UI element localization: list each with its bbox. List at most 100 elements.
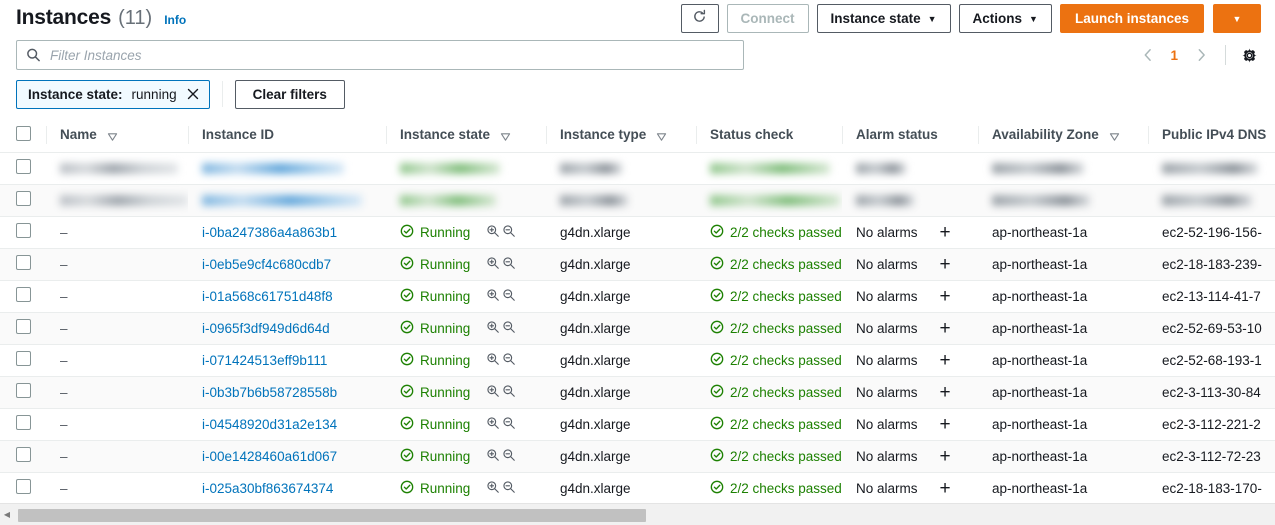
cell-instance-id[interactable] xyxy=(188,184,386,217)
zoom-out-icon[interactable] xyxy=(502,256,516,273)
zoom-in-icon[interactable] xyxy=(486,448,500,465)
instance-id-link[interactable]: i-04548920d31a2e134 xyxy=(202,417,337,432)
scrollbar-thumb[interactable] xyxy=(18,508,646,522)
status-running-icon xyxy=(400,416,414,433)
instances-table-container: Name Instance ID Instance state Instance… xyxy=(0,118,1275,503)
info-link[interactable]: Info xyxy=(164,13,186,27)
column-header-instance-state[interactable]: Instance state xyxy=(386,118,546,153)
sort-icon[interactable] xyxy=(500,130,511,141)
next-page-button[interactable] xyxy=(1188,42,1214,68)
cell-instance-id: i-01a568c61751d48f8 xyxy=(188,280,386,313)
zoom-in-icon[interactable] xyxy=(486,384,500,401)
row-checkbox[interactable] xyxy=(16,287,31,302)
instance-id-link[interactable]: i-071424513eff9b111 xyxy=(202,353,327,368)
column-header-name[interactable]: Name xyxy=(46,118,188,153)
cell-name: – xyxy=(46,216,188,249)
table-row[interactable]: – i-071424513eff9b111 Running g4dn.xlarge 2/… xyxy=(0,344,1275,377)
table-row-redacted[interactable] xyxy=(0,152,1275,185)
row-checkbox[interactable] xyxy=(16,223,31,238)
gear-icon[interactable] xyxy=(1237,43,1261,67)
launch-instances-dropdown[interactable]: ▼ xyxy=(1213,3,1261,33)
zoom-in-icon[interactable] xyxy=(486,288,500,305)
row-checkbox[interactable] xyxy=(16,415,31,430)
row-checkbox[interactable] xyxy=(16,255,31,270)
row-checkbox[interactable] xyxy=(16,479,31,494)
page-number[interactable]: 1 xyxy=(1162,48,1186,63)
instance-id-link[interactable]: i-0965f3df949d6d64d xyxy=(202,321,330,336)
zoom-in-icon[interactable] xyxy=(486,480,500,497)
clear-filters-button[interactable]: Clear filters xyxy=(234,79,345,109)
horizontal-scrollbar[interactable]: ◀ xyxy=(0,503,1275,525)
scroll-left-arrow[interactable]: ◀ xyxy=(0,510,14,519)
table-row[interactable]: – i-0b3b7b6b58728558b Running g4dn.xlarge 2/… xyxy=(0,376,1275,409)
zoom-out-icon[interactable] xyxy=(502,352,516,369)
refresh-button[interactable] xyxy=(680,3,719,33)
zoom-in-icon[interactable] xyxy=(486,320,500,337)
column-header-public-ipv4-dns[interactable]: Public IPv4 DNS xyxy=(1148,118,1275,153)
row-checkbox[interactable] xyxy=(16,191,31,206)
column-header-alarm-status[interactable]: Alarm status xyxy=(842,118,978,153)
row-checkbox[interactable] xyxy=(16,447,31,462)
column-header-status-check[interactable]: Status check xyxy=(696,118,842,153)
zoom-out-icon[interactable] xyxy=(502,224,516,241)
zoom-in-icon[interactable] xyxy=(486,224,500,241)
cell-instance-id[interactable] xyxy=(188,152,386,185)
column-header-instance-type[interactable]: Instance type xyxy=(546,118,696,153)
instance-id-link[interactable]: i-0b3b7b6b58728558b xyxy=(202,385,337,400)
filter-token-value: running xyxy=(131,86,177,102)
add-alarm-icon[interactable]: + xyxy=(940,319,951,338)
zoom-out-icon[interactable] xyxy=(502,448,516,465)
sort-icon[interactable] xyxy=(656,130,667,141)
close-icon[interactable] xyxy=(186,87,200,101)
table-row-redacted[interactable] xyxy=(0,184,1275,217)
row-checkbox[interactable] xyxy=(16,383,31,398)
table-row[interactable]: – i-0ba247386a4a863b1 Running g4dn.xlarge 2/… xyxy=(0,216,1275,249)
instance-id-link[interactable]: i-025a30bf863674374 xyxy=(202,481,333,496)
scrollbar-track[interactable] xyxy=(14,508,1275,522)
table-row[interactable]: – i-04548920d31a2e134 Running g4dn.xlarge 2/… xyxy=(0,408,1275,441)
row-checkbox[interactable] xyxy=(16,319,31,334)
instance-state-dropdown[interactable]: Instance state ▼ xyxy=(816,3,951,33)
add-alarm-icon[interactable]: + xyxy=(940,255,951,274)
table-row[interactable]: – i-0eb5e9cf4c680cdb7 Running g4dn.xlarge 2/… xyxy=(0,248,1275,281)
row-checkbox[interactable] xyxy=(16,159,31,174)
add-alarm-icon[interactable]: + xyxy=(940,447,951,466)
add-alarm-icon[interactable]: + xyxy=(940,383,951,402)
add-alarm-icon[interactable]: + xyxy=(940,287,951,306)
search-input[interactable] xyxy=(16,40,744,70)
add-alarm-icon[interactable]: + xyxy=(940,479,951,498)
actions-dropdown[interactable]: Actions ▼ xyxy=(958,3,1052,33)
launch-instances-button[interactable]: Launch instances xyxy=(1059,3,1204,33)
column-header-availability-zone[interactable]: Availability Zone xyxy=(978,118,1148,153)
zoom-out-icon[interactable] xyxy=(502,384,516,401)
table-row[interactable]: – i-025a30bf863674374 Running g4dn.xlarge 2/… xyxy=(0,472,1275,503)
row-checkbox[interactable] xyxy=(16,351,31,366)
table-row[interactable]: – i-0965f3df949d6d64d Running g4dn.xlarge 2/… xyxy=(0,312,1275,345)
add-alarm-icon[interactable]: + xyxy=(940,223,951,242)
table-row[interactable]: – i-01a568c61751d48f8 Running g4dn.xlarge 2/… xyxy=(0,280,1275,313)
zoom-out-icon[interactable] xyxy=(502,480,516,497)
zoom-out-icon[interactable] xyxy=(502,288,516,305)
zoom-controls xyxy=(486,224,516,241)
instance-id-link[interactable]: i-01a568c61751d48f8 xyxy=(202,289,333,304)
instance-id-link[interactable]: i-0eb5e9cf4c680cdb7 xyxy=(202,257,331,272)
select-all-checkbox[interactable] xyxy=(16,125,31,141)
table-row[interactable]: – i-00e1428460a61d067 Running g4dn.xlarge 2/… xyxy=(0,440,1275,473)
status-running-icon xyxy=(400,224,414,241)
instance-id-link[interactable]: i-0ba247386a4a863b1 xyxy=(202,225,337,240)
zoom-in-icon[interactable] xyxy=(486,416,500,433)
connect-button[interactable]: Connect xyxy=(726,3,809,33)
zoom-in-icon[interactable] xyxy=(486,352,500,369)
sort-icon[interactable] xyxy=(107,130,118,141)
column-header-instance-id[interactable]: Instance ID xyxy=(188,118,386,153)
prev-page-button[interactable] xyxy=(1134,42,1160,68)
add-alarm-icon[interactable]: + xyxy=(940,351,951,370)
zoom-in-icon[interactable] xyxy=(486,256,500,273)
zoom-out-icon[interactable] xyxy=(502,320,516,337)
add-alarm-icon[interactable]: + xyxy=(940,415,951,434)
zoom-out-icon[interactable] xyxy=(502,416,516,433)
sort-icon[interactable] xyxy=(1109,130,1120,141)
instance-id-link[interactable]: i-00e1428460a61d067 xyxy=(202,449,337,464)
cell-public-ipv4-dns xyxy=(1148,152,1275,185)
instance-state-text: Running xyxy=(420,288,471,304)
